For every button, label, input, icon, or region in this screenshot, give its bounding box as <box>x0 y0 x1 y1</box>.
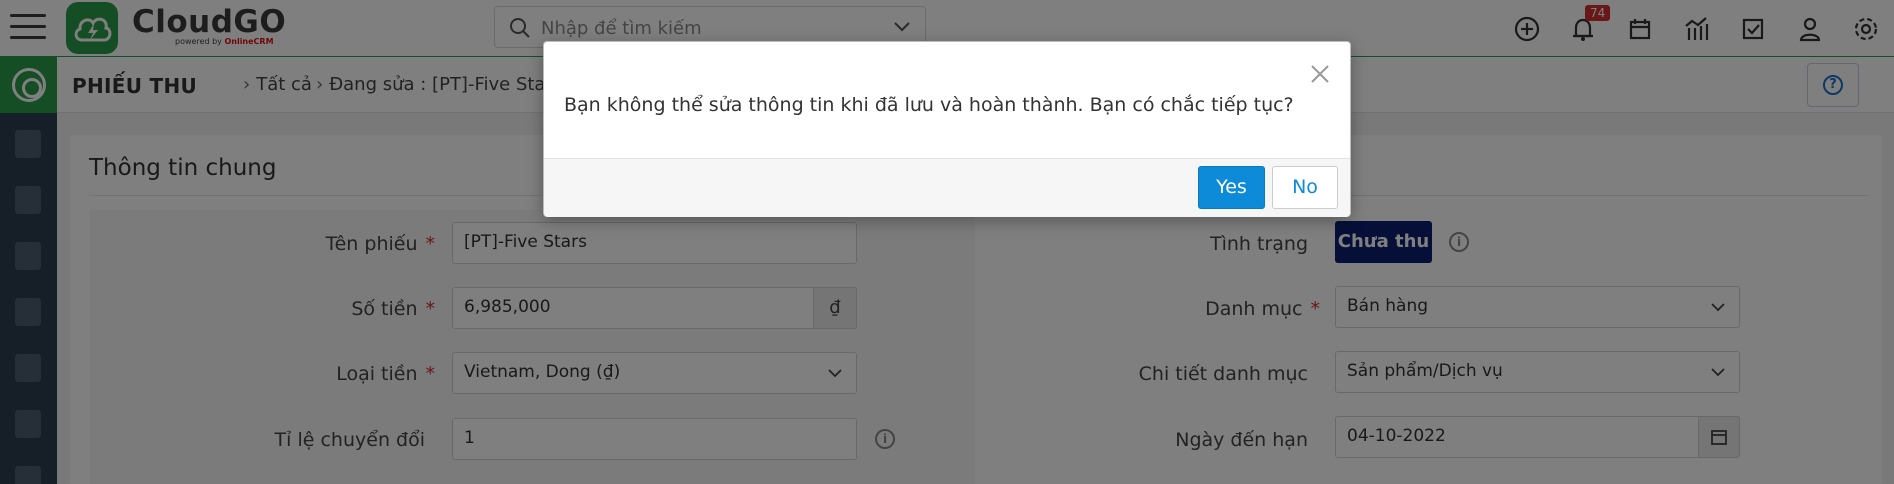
confirm-dialog: Bạn không thể sửa thông tin khi đã lưu v… <box>543 41 1351 217</box>
dialog-message: Bạn không thể sửa thông tin khi đã lưu v… <box>564 94 1294 116</box>
no-button[interactable]: No <box>1272 166 1338 209</box>
close-icon[interactable] <box>1308 62 1332 86</box>
yes-button[interactable]: Yes <box>1198 166 1265 209</box>
dialog-footer: Yes No <box>544 158 1350 217</box>
